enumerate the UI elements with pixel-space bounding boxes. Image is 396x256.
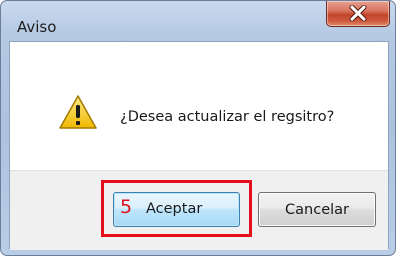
step-number-annotation: 5 — [120, 196, 133, 218]
title-bar[interactable]: Aviso — [1, 1, 395, 41]
close-button[interactable] — [326, 1, 390, 27]
button-area: 5 Aceptar Cancelar — [10, 170, 388, 250]
close-icon — [349, 4, 367, 21]
warning-icon — [59, 95, 97, 129]
dialog-message: ¿Desea actualizar el regsitro? — [120, 109, 335, 125]
message-area: ¿Desea actualizar el regsitro? — [10, 42, 388, 170]
window-title: Aviso — [17, 18, 57, 36]
accept-button-label: Aceptar — [146, 201, 203, 217]
cancel-button[interactable]: Cancelar — [258, 192, 376, 227]
dialog-content: ¿Desea actualizar el regsitro? 5 Aceptar… — [9, 41, 389, 250]
dialog-window: Aviso ¿Desea actualizar el regsitro? 5 A… — [0, 0, 396, 256]
